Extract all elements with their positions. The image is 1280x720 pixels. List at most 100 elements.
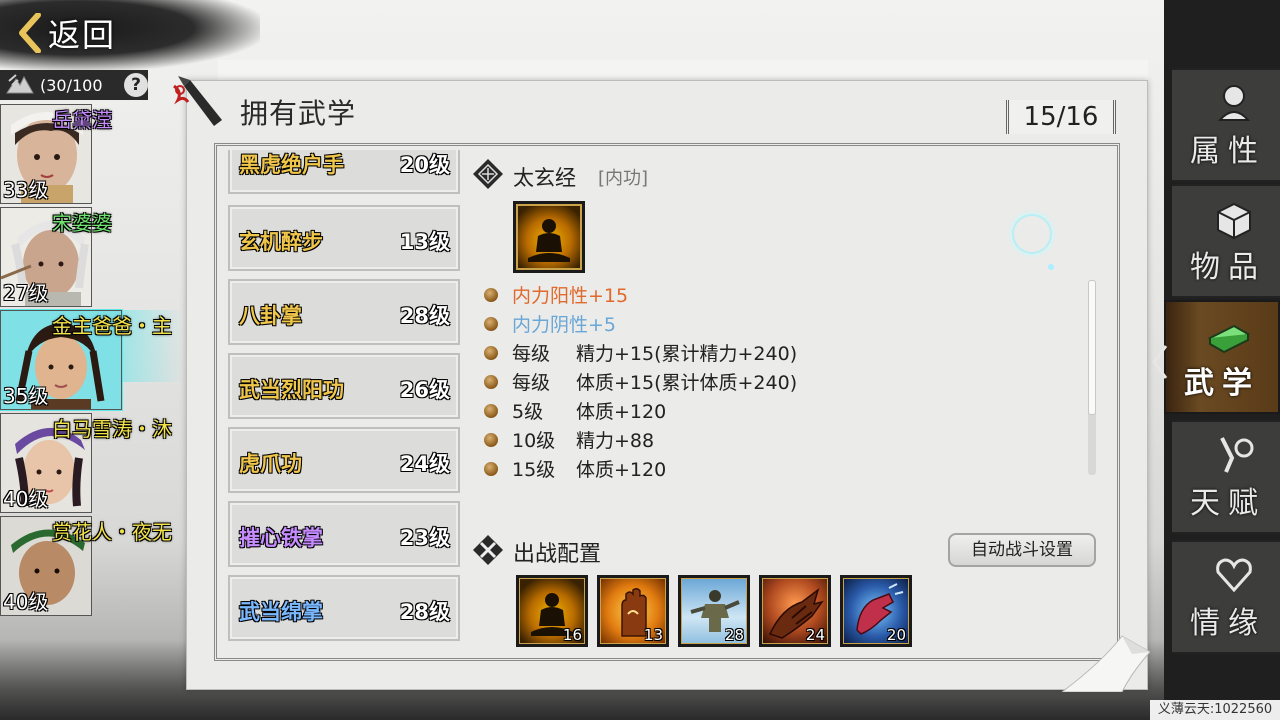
battle-skill-slot[interactable]: 24 <box>759 575 831 647</box>
battle-config-title: 出战配置 <box>513 542 602 567</box>
skill-list[interactable]: 黑虎绝户手 20级 玄机醉步 13级 八卦掌 28级 武当烈阳功 26级 虎爪功… <box>228 150 460 646</box>
member-name: 金主爸爸・主 <box>52 314 172 338</box>
effect-row: 15级 体质+120 <box>480 454 1080 483</box>
party-member-selected[interactable]: 金主爸爸・主 35级 <box>0 308 190 411</box>
slot-level: 13 <box>643 626 663 644</box>
effect-key: 15级 <box>512 459 556 481</box>
tab-talents[interactable]: 天赋 <box>1172 420 1280 534</box>
effect-text: 精力+15(累计精力+240) <box>576 343 798 365</box>
battle-skill-slot[interactable]: 28 <box>678 575 750 647</box>
sparkle-effect <box>1048 264 1054 270</box>
bullet-icon <box>484 403 498 418</box>
effect-row: 每级 精力+15(累计精力+240) <box>480 338 1080 367</box>
effect-row: 每级 体质+15(累计体质+240) <box>480 367 1080 396</box>
skill-item[interactable]: 八卦掌 28级 <box>228 279 460 345</box>
diamond-emblem-icon <box>473 159 503 189</box>
skill-detail-name: 太玄经 <box>513 166 576 190</box>
battle-skill-slot[interactable]: 16 <box>516 575 588 647</box>
skill-name: 武当烈阳功 <box>239 378 344 402</box>
effect-key: 10级 <box>512 430 556 452</box>
skill-item[interactable]: 黑虎绝户手 20级 <box>228 150 460 194</box>
skill-level: 13级 <box>399 230 450 254</box>
tab-label: 武学 <box>1184 366 1260 401</box>
tab-label: 属性 <box>1190 134 1266 169</box>
skill-name: 摧心铁掌 <box>239 526 323 550</box>
tab-martial-arts[interactable]: 武学 <box>1164 300 1280 414</box>
skill-item[interactable]: 虎爪功 24级 <box>228 427 460 493</box>
skill-name: 八卦掌 <box>239 304 302 328</box>
skill-item[interactable]: 玄机醉步 13级 <box>228 205 460 271</box>
bullet-icon <box>484 287 498 302</box>
member-name: 岳黛滢 <box>52 108 112 132</box>
back-label: 返回 <box>48 16 117 54</box>
effect-text: 内力阴性+5 <box>512 314 617 336</box>
bust-icon <box>1217 85 1251 121</box>
bullet-icon <box>484 316 498 331</box>
tab-label: 情缘 <box>1190 606 1266 641</box>
page-curl <box>1062 635 1150 692</box>
bullet-icon <box>484 432 498 447</box>
stamina-value: (30/100 <box>40 75 103 95</box>
back-button[interactable]: 返回 <box>16 10 116 56</box>
dart-icon <box>173 76 222 126</box>
book-icon <box>1207 324 1250 354</box>
member-level: 35级 <box>3 384 49 408</box>
slot-level: 16 <box>562 626 582 644</box>
skill-name: 黑虎绝户手 <box>239 153 344 177</box>
skill-count: 15/16 <box>1006 100 1116 134</box>
tab-attributes[interactable]: 属性 <box>1172 68 1280 182</box>
effect-key: 每级 <box>512 372 551 394</box>
scrollbar-thumb[interactable] <box>1088 280 1096 415</box>
skill-item[interactable]: 武当烈阳功 26级 <box>228 353 460 419</box>
bullet-icon <box>484 345 498 360</box>
party-member[interactable]: 岳黛滢 33级 <box>0 102 190 205</box>
member-name: 白马雪涛・沐 <box>52 417 172 441</box>
bullet-icon <box>484 461 498 476</box>
party-list: 岳黛滢 33级 宋婆婆 27级 金主爸爸・主 35级 白马雪涛・沐 40级 赏花… <box>0 102 190 617</box>
battle-skill-slot[interactable]: 20 <box>840 575 912 647</box>
skill-item[interactable]: 武当绵掌 28级 <box>228 575 460 641</box>
box-icon <box>1217 202 1251 240</box>
tab-relationships[interactable]: 情缘 <box>1172 540 1280 654</box>
member-name: 宋婆婆 <box>52 211 112 235</box>
member-level: 40级 <box>3 590 49 614</box>
auto-battle-settings-button[interactable]: 自动战斗设置 <box>948 533 1096 567</box>
effects-scrollbar[interactable] <box>1088 280 1096 475</box>
weapon-icon <box>1220 437 1254 473</box>
slot-level: 24 <box>805 626 825 644</box>
effect-row: 5级 体质+120 <box>480 396 1080 425</box>
skill-name: 虎爪功 <box>239 452 302 476</box>
effect-row: 内力阳性+15 <box>480 280 1080 309</box>
meditation-skill-icon <box>513 201 585 273</box>
effect-row: 内力阴性+5 <box>480 309 1080 338</box>
member-level: 40级 <box>3 487 49 511</box>
touch-ring-effect <box>1012 214 1052 254</box>
active-tab-arrow-icon <box>1152 345 1168 379</box>
stamina-bar: (30/100 ? <box>0 70 148 100</box>
skill-detail-type: [内功] <box>598 168 649 189</box>
member-name: 赏花人・夜无 <box>52 520 172 544</box>
slot-level: 28 <box>724 626 744 644</box>
party-member[interactable]: 赏花人・夜无 40级 <box>0 514 190 617</box>
battle-skill-slot[interactable]: 13 <box>597 575 669 647</box>
skill-name: 武当绵掌 <box>239 600 323 624</box>
party-member[interactable]: 白马雪涛・沐 40级 <box>0 411 190 514</box>
skill-level: 26级 <box>399 378 450 402</box>
help-button[interactable]: ? <box>124 73 148 97</box>
skill-item[interactable]: 摧心铁掌 23级 <box>228 501 460 567</box>
effect-text: 体质+15(累计体质+240) <box>576 372 798 394</box>
effect-key: 5级 <box>512 401 544 423</box>
heart-icon <box>1216 558 1252 593</box>
effect-list: 内力阳性+15 内力阴性+5 每级 精力+15(累计精力+240) 每级 体质+… <box>480 280 1080 483</box>
effect-text: 体质+120 <box>576 401 667 423</box>
tab-items[interactable]: 物品 <box>1172 184 1280 298</box>
member-level: 33级 <box>3 178 49 202</box>
effect-key: 每级 <box>512 343 551 365</box>
effect-text: 体质+120 <box>576 459 667 481</box>
party-member[interactable]: 宋婆婆 27级 <box>0 205 190 308</box>
skill-name: 玄机醉步 <box>239 230 323 254</box>
member-level: 27级 <box>3 281 49 305</box>
skill-level: 24级 <box>399 452 450 476</box>
tab-label: 物品 <box>1190 250 1266 285</box>
bullet-icon <box>484 374 498 389</box>
